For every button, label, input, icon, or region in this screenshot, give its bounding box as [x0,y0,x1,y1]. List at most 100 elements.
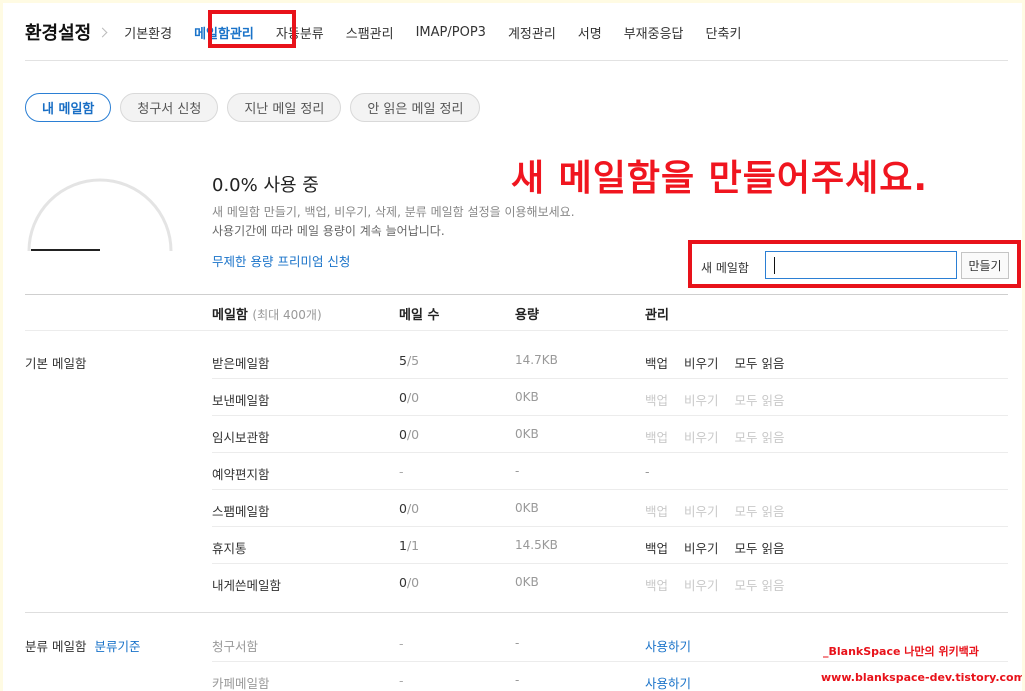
nav-away-reply[interactable]: 부재중응답 [624,23,684,42]
enable-button[interactable]: 사용하기 [645,673,691,691]
nav-basic[interactable]: 기본환경 [124,23,172,42]
mailbox-size: - [515,464,520,478]
mailbox-name[interactable]: 임시보관함 [212,427,270,446]
mailbox-size: 14.5KB [515,538,558,552]
usage-description-2: 사용기간에 따라 메일 용량이 계속 늘어납니다. [212,224,445,238]
empty-button[interactable]: 비우기 [684,353,719,372]
header-mailbox-max: (최대 400개) [252,308,322,322]
new-mailbox-input[interactable] [765,251,957,279]
divider [25,330,1008,331]
mailbox-actions: 백업 비우기 모두 읽음 [645,538,801,557]
mail-count: 0/0 [399,427,420,442]
empty-button: 비우기 [684,578,719,593]
mark-all-read-button: 모두 읽음 [734,393,785,408]
table-row: 보낸메일함 0/0 0KB 백업 비우기 모두 읽음 [212,379,1008,416]
tab-clean-old[interactable]: 지난 메일 정리 [227,93,342,122]
mailbox-actions: 사용하기 [645,636,707,655]
mail-count: - [399,673,404,688]
nav-imap-pop3[interactable]: IMAP/POP3 [416,25,486,40]
empty-button: 비우기 [684,393,719,408]
empty-button: 비우기 [684,430,719,445]
enable-button[interactable]: 사용하기 [645,636,691,655]
header-mailbox-label: 메일함 [212,308,248,323]
table-row: 예약편지함 - - - [212,453,1008,490]
tab-my-mailbox[interactable]: 내 메일함 [25,93,112,122]
divider [25,294,1008,295]
mailbox-name: 카페메일함 [212,676,270,691]
no-action: - [645,464,650,479]
mail-count: 0/0 [399,575,420,590]
mark-all-read-button[interactable]: 모두 읽음 [735,353,785,372]
mailbox-name[interactable]: 내게쓴메일함 [212,575,281,594]
premium-link[interactable]: 무제한 용량 프리미엄 신청 [212,251,350,270]
mailbox-name[interactable]: 스팸메일함 [212,501,270,520]
mailbox-size: 0KB [515,390,539,404]
mail-count: 0/0 [399,390,420,405]
mailbox-name[interactable]: 휴지통 [212,538,247,557]
backup-button: 백업 [645,578,669,593]
mailbox-size: - [515,673,520,687]
group-label-text: 분류 메일함 [25,639,87,654]
create-mailbox-button[interactable]: 만들기 [961,252,1009,279]
mailbox-size: 0KB [515,501,539,515]
mailbox-size: 0KB [515,427,539,441]
empty-button[interactable]: 비우기 [684,538,719,557]
nav-signature[interactable]: 서명 [578,23,602,42]
backup-button[interactable]: 백업 [645,538,668,557]
mark-all-read-button: 모두 읽음 [734,504,785,519]
header-manage: 관리 [645,308,669,323]
usage-title: 0.0% 사용 중 [212,175,319,196]
backup-button[interactable]: 백업 [645,353,668,372]
page-title: 환경설정 [25,23,92,44]
mailbox-actions: 백업 비우기 모두 읽음 [645,501,801,520]
mailbox-actions: - [645,464,666,479]
mailbox-size: - [515,636,520,650]
annotation-message: 새 메일함을 만들어주세요. [511,158,929,199]
tab-clean-unread[interactable]: 안 읽은 메일 정리 [350,93,481,122]
header-size: 용량 [515,308,539,323]
divider [25,612,1008,613]
mail-count: 1/1 [399,538,420,553]
header-mailbox: 메일함 (최대 400개) [212,304,322,323]
usage-gauge [27,178,173,252]
mark-all-read-button: 모두 읽음 [734,578,785,593]
mailbox-name[interactable]: 예약편지함 [212,464,270,483]
table-row: 받은메일함 5/5 14.7KB 백업 비우기 모두 읽음 [212,342,1008,379]
mailbox-actions: 사용하기 [645,673,707,691]
watermark-url: www.blankspace-dev.tistory.com [821,671,1022,684]
empty-button: 비우기 [684,504,719,519]
nav-shortcuts[interactable]: 단축키 [706,23,742,42]
tab-bill-request[interactable]: 청구서 신청 [120,93,219,122]
mailbox-actions: 백업 비우기 모두 읽음 [645,427,801,446]
mailbox-name[interactable]: 받은메일함 [212,353,270,372]
backup-button: 백업 [645,504,669,519]
watermark-text: _BlankSpace 나만의 위키백과 [823,645,979,658]
nav-spam[interactable]: 스팸관리 [346,23,394,42]
settings-nav: 환경설정 기본환경 메일함관리 자동분류 스팸관리 IMAP/POP3 계정관리… [25,17,763,47]
table-row: 내게쓴메일함 0/0 0KB 백업 비우기 모두 읽음 [212,564,1008,601]
mailbox-name[interactable]: 보낸메일함 [212,390,270,409]
table-row: 스팸메일함 0/0 0KB 백업 비우기 모두 읽음 [212,490,1008,527]
text-caret [774,257,775,274]
mailbox-size: 0KB [515,575,539,589]
backup-button: 백업 [645,430,669,445]
settings-page: 환경설정 기본환경 메일함관리 자동분류 스팸관리 IMAP/POP3 계정관리… [3,3,1022,691]
sort-criteria-link[interactable]: 분류기준 [94,639,140,654]
group-label-basic: 기본 메일함 [25,356,87,371]
chevron-right-icon [97,27,108,37]
mark-all-read-button[interactable]: 모두 읽음 [735,538,785,557]
mailbox-name: 청구서함 [212,639,259,654]
usage-description: 새 메일함 만들기, 백업, 비우기, 삭제, 분류 메일함 설정을 이용해보세… [212,205,575,219]
nav-account[interactable]: 계정관리 [508,23,556,42]
table-row: 임시보관함 0/0 0KB 백업 비우기 모두 읽음 [212,416,1008,453]
group-label-sort: 분류 메일함 분류기준 [25,636,141,655]
mailbox-actions: 백업 비우기 모두 읽음 [645,353,801,372]
backup-button: 백업 [645,393,669,408]
mail-count: - [399,464,404,479]
mailbox-tabs: 내 메일함 청구서 신청 지난 메일 정리 안 읽은 메일 정리 [25,93,489,122]
mailbox-actions: 백업 비우기 모두 읽음 [645,575,801,594]
mailbox-actions: 백업 비우기 모두 읽음 [645,390,801,409]
mark-all-read-button: 모두 읽음 [734,430,785,445]
highlight-box-nav [208,10,296,48]
new-mailbox-label: 새 메일함 [701,261,749,275]
